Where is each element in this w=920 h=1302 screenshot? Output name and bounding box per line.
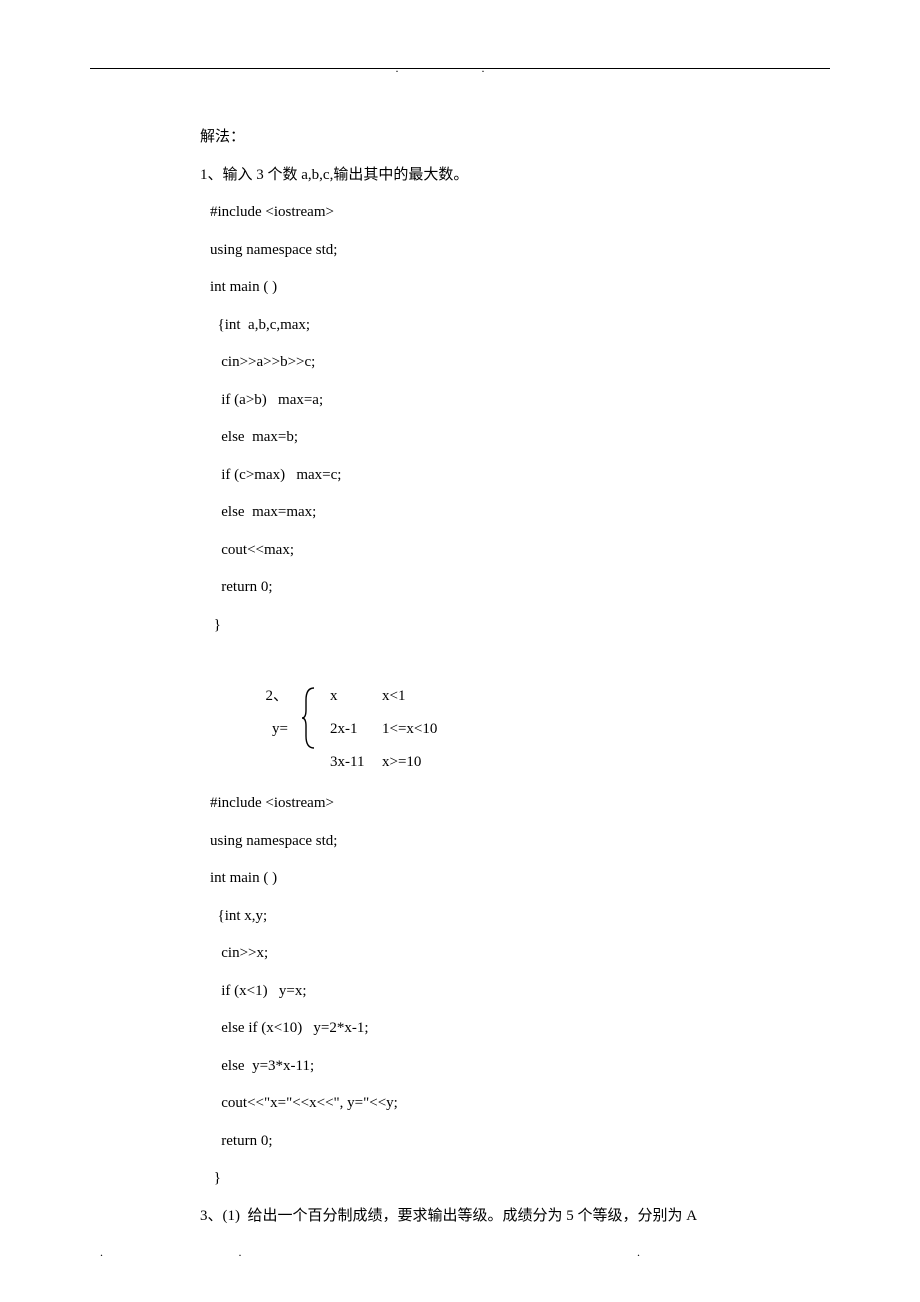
footer-dot: . <box>637 1245 640 1260</box>
problem-3-prompt: 3、(1) 给出一个百分制成绩，要求输出等级。成绩分为 5 个等级，分别为 A <box>200 1198 810 1236</box>
cond: x>=10 <box>382 746 421 779</box>
code-line: {int a,b,c,max; <box>210 307 810 345</box>
code-line: #include <iostream> <box>210 194 810 232</box>
code-line: } <box>210 607 810 645</box>
left-brace-icon <box>300 686 318 750</box>
code-line: else max=max; <box>210 494 810 532</box>
problem-2-piecewise: 2、 x x<1 y= 2x-1 1<=x<10 3x-11 x>=10 <box>200 680 810 779</box>
piecewise-row: 2、 x x<1 <box>200 680 810 713</box>
code-line: #include <iostream> <box>210 785 810 823</box>
code-line: else y=3*x-11; <box>210 1048 810 1086</box>
cond: x<1 <box>382 680 405 713</box>
code-line: else max=b; <box>210 419 810 457</box>
problem-2-prefix: 2、 <box>200 680 300 713</box>
code-line: cout<<"x="<<x<<", y="<<y; <box>210 1085 810 1123</box>
code-line: cin>>x; <box>210 935 810 973</box>
spacer <box>200 644 810 674</box>
piecewise-row: 3x-11 x>=10 <box>200 746 810 779</box>
code-line: if (x<1) y=x; <box>210 973 810 1011</box>
code-block-1: #include <iostream> using namespace std;… <box>200 194 810 644</box>
cond: 1<=x<10 <box>382 713 437 746</box>
footer-dot: . <box>100 1245 103 1260</box>
code-line: {int x,y; <box>210 898 810 936</box>
problem-1-prompt: 1、输入 3 个数 a,b,c,输出其中的最大数。 <box>200 157 810 195</box>
footer-dots: . . . <box>90 1245 830 1260</box>
code-line: if (a>b) max=a; <box>210 382 810 420</box>
code-line: cout<<max; <box>210 532 810 570</box>
footer-dot: . <box>239 1245 242 1260</box>
code-line: return 0; <box>210 569 810 607</box>
expr: 3x-11 <box>300 746 382 779</box>
code-line: int main ( ) <box>210 860 810 898</box>
header-dots: . . <box>396 61 525 76</box>
code-block-2: #include <iostream> using namespace std;… <box>200 785 810 1198</box>
code-line: return 0; <box>210 1123 810 1161</box>
code-line: if (c>max) max=c; <box>210 457 810 495</box>
code-line: else if (x<10) y=2*x-1; <box>210 1010 810 1048</box>
content: 解法： 1、输入 3 个数 a,b,c,输出其中的最大数。 #include <… <box>90 119 830 1235</box>
page: . . 解法： 1、输入 3 个数 a,b,c,输出其中的最大数。 #inclu… <box>0 0 920 1275</box>
code-line: cin>>a>>b>>c; <box>210 344 810 382</box>
blank <box>200 746 300 779</box>
y-equals-label: y= <box>200 713 300 746</box>
code-line: using namespace std; <box>210 232 810 270</box>
code-line: } <box>210 1160 810 1198</box>
code-line: using namespace std; <box>210 823 810 861</box>
code-line: int main ( ) <box>210 269 810 307</box>
header-rule: . . <box>90 68 830 69</box>
solution-heading: 解法： <box>200 119 810 157</box>
piecewise-row: y= 2x-1 1<=x<10 <box>200 713 810 746</box>
